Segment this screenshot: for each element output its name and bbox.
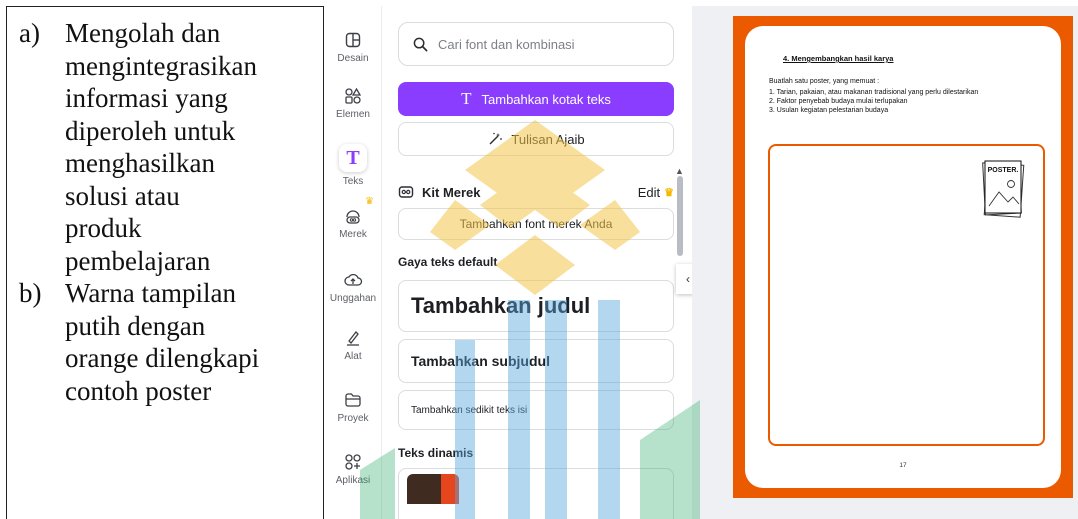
heading-label: Tambahkan judul [411,293,591,318]
add-textbox-label: Tambahkan kotak teks [481,91,611,107]
scroll-up-arrow[interactable]: ▲ [675,166,684,176]
sidebar-item-label: Merek [339,229,367,240]
add-textbox-button[interactable]: T Tambahkan kotak teks [398,82,674,116]
doc-list-item: 2. Faktor penyebab budaya mulai terlupak… [769,98,908,105]
page-content: 4. Mengembangkan hasil karya Buatlah sat… [745,26,1061,488]
draw-icon [347,331,359,346]
panel-scrollbar[interactable] [677,176,683,256]
list-marker: a) [19,18,40,48]
editor-screenshot: Desain Elemen T Teks ♛ Merek Unggahan Al… [325,6,1078,519]
sidebar-item-alat[interactable]: Alat [325,328,381,362]
magic-write-button[interactable]: Tulisan Ajaib [398,122,674,156]
doc-list: 1. Tarian, pakaian, atau makanan tradisi… [769,88,978,115]
description-list: a) Mengolah dan mengintegrasikan informa… [7,7,323,407]
default-styles-heading: Gaya teks default [398,255,498,269]
sidebar-item-label: Unggahan [329,293,377,304]
brand-kit-row: Kit Merek Edit ♛ [398,182,674,202]
sidebar-item-proyek[interactable]: Proyek [325,390,381,424]
sidebar-item-label: Elemen [336,109,370,120]
description-cell: a) Mengolah dan mengintegrasikan informa… [6,6,324,519]
body-text-label: Tambahkan sedikit teks isi [411,404,528,416]
sidebar-item-merek[interactable]: Merek [325,206,381,240]
poster-label: POSTER. [988,167,1019,174]
search-icon [413,37,428,51]
add-subheading-button[interactable]: Tambahkan subjudul [398,339,674,383]
text-panel: Cari font dan kombinasi T Tambahkan kota… [382,6,692,519]
doc-intro: Buatlah satu poster, yang memuat : [769,78,880,85]
poster-illustration: POSTER. [982,160,1025,218]
edit-brand-kit-link[interactable]: Edit [638,185,660,200]
list-item: a) Mengolah dan mengintegrasikan informa… [19,17,323,277]
list-text: Warna tampilan putih dengan orange dilen… [65,278,260,406]
sidebar-item-teks[interactable]: T Teks [325,144,381,187]
brand-kit-label: Kit Merek [422,184,481,200]
chevron-left-icon: ‹ [686,272,690,286]
sidebar-item-aplikasi[interactable]: Aplikasi [325,452,381,486]
sidebar-item-elemen[interactable]: Elemen [325,86,381,120]
brand-kit-icon [398,186,414,198]
text-icon: T [461,89,472,108]
sidebar-item-label: Desain [337,53,369,64]
doc-list-item: 3. Usulan kegiatan pelestarian budaya [769,107,889,114]
sidebar-item-label: Teks [342,176,364,187]
sidebar-item-label: Proyek [337,413,369,424]
list-marker: b) [19,278,42,308]
folder-icon [345,393,361,407]
brand-icon [346,210,360,224]
page-number: 17 [899,462,907,469]
dynamic-text-heading: Teks dinamis [398,446,474,460]
text-icon: T [339,144,367,172]
search-input[interactable]: Cari font dan kombinasi [398,22,674,66]
add-brand-font-button[interactable]: Tambahkan font merek Anda [398,208,674,240]
doc-heading: 4. Mengembangkan hasil karya [783,54,894,63]
shapes-icon [345,87,362,104]
doc-list-item: 1. Tarian, pakaian, atau makanan tradisi… [769,89,979,96]
crown-icon: ♛ [664,186,674,199]
sidebar-item-desain[interactable]: Desain [325,30,381,64]
document-page: a) Mengolah dan mengintegrasikan informa… [0,0,1078,519]
sidebar-item-unggahan[interactable]: Unggahan [325,270,381,304]
sidebar-item-label: Alat [344,351,362,362]
dynamic-text-thumbnail[interactable] [407,474,459,504]
design-page[interactable]: 4. Mengembangkan hasil karya Buatlah sat… [733,16,1073,498]
add-body-text-button[interactable]: Tambahkan sedikit teks isi [398,390,674,430]
add-heading-button[interactable]: Tambahkan judul [398,280,674,332]
subheading-label: Tambahkan subjudul [411,353,550,369]
search-placeholder: Cari font dan kombinasi [438,36,575,52]
upload-cloud-icon [344,273,363,286]
apps-icon [345,454,361,470]
layout-icon [345,32,361,48]
list-text: Mengolah dan mengintegrasikan informasi … [65,18,257,276]
add-brand-font-label: Tambahkan font merek Anda [459,217,613,231]
magic-write-label: Tulisan Ajaib [511,131,585,147]
magic-wand-icon [489,132,503,145]
sidebar-item-label: Aplikasi [335,475,371,486]
list-item: b) Warna tampilan putih dengan orange di… [19,277,323,407]
sidebar: Desain Elemen T Teks ♛ Merek Unggahan Al… [325,6,382,519]
